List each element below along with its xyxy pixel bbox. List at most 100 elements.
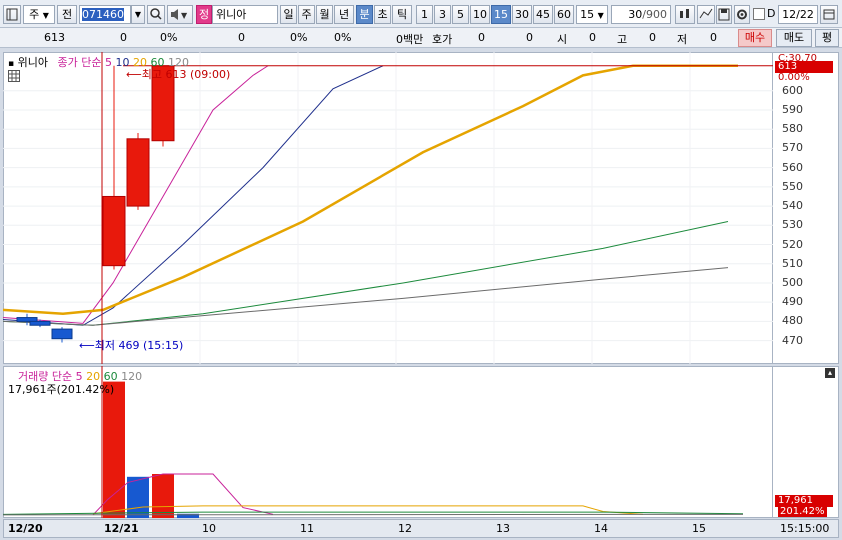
quote-rate: 0% [160,31,178,44]
current-rate: 0.00% [778,72,810,83]
price-tick-label: 470 [782,333,803,347]
price-tick-label: 480 [782,314,803,328]
si-value: 0 [589,31,596,44]
volume-bar [127,476,149,518]
minute-3[interactable]: 3 [434,5,451,24]
quote-bar: 613 0 0% 0 0% 0% 0백만 호가 0 0 시 0 고 0 저 0 … [0,28,842,48]
d-label: D [767,7,776,20]
layout-icon[interactable] [3,5,21,24]
price-tick-label: 560 [782,160,803,174]
date-field[interactable]: 12/22 [778,5,818,24]
minute-60[interactable]: 60 [554,5,574,24]
gear-icon[interactable] [734,5,750,24]
table-icon[interactable] [8,70,20,85]
collapse-icon[interactable]: ▴ [825,368,835,378]
status-badge: 정 [196,5,212,24]
current-time: 15:15:00 [780,522,830,535]
price-tick-label: 540 [782,199,803,213]
minute-select[interactable]: 15 ▼ [576,5,608,24]
count-field[interactable]: 30/900 [611,5,671,24]
candle-body [29,320,51,326]
period-week[interactable]: 주 [298,5,315,24]
price-tick-label: 570 [782,141,803,155]
ma-5: 5 [104,56,112,69]
svg-text:▼: ▼ [181,11,188,20]
chevron-down-icon: ▼ [42,11,49,20]
time-label-12: 12 [398,522,412,535]
period-year[interactable]: 년 [334,5,354,24]
buy-button[interactable]: 매수 [738,29,772,47]
period-month[interactable]: 월 [316,5,333,24]
volume-ma-line [3,513,744,516]
calendar-icon[interactable] [820,5,838,24]
minute-1[interactable]: 1 [416,5,433,24]
sell-button[interactable]: 매도 [776,29,812,47]
candle-type-icon[interactable] [675,5,695,24]
volume-bar [152,474,174,518]
time-label-14: 14 [594,522,608,535]
price-tick-label: 500 [782,275,803,289]
arrow-left-icon: ⟵ [79,339,95,352]
toolbar: 주 ▼ 전 071460 ▼ ▼ 정 위니아 일 주 월 년 분 초 틱 1 3… [0,0,842,28]
go-label: 고 [617,33,628,46]
period-tick[interactable]: 틱 [392,5,412,24]
minute-30[interactable]: 30 [512,5,532,24]
hoga-value: 0 [478,31,485,44]
price-tick-label: 590 [782,102,803,116]
jeon-button[interactable]: 전 [57,5,77,24]
code-value: 071460 [82,8,124,21]
time-label-10: 10 [202,522,216,535]
chart-settings-icon[interactable]: ▪ [8,59,14,69]
price-tick-label: 490 [782,295,803,309]
jeo-value: 0 [710,31,717,44]
price-tick-label: 600 [782,83,803,97]
stock-name-field[interactable]: 위니아 [212,5,278,24]
period-day[interactable]: 일 [280,5,297,24]
jeo-label: 저 [677,33,688,46]
vma-120: 120 [121,370,143,383]
volume-bar [103,381,125,518]
ma-label: 종가 단순 [57,56,102,69]
chevron-down-icon: ▼ [597,11,604,20]
period-second[interactable]: 초 [374,5,391,24]
minute-15[interactable]: 15 [491,5,511,24]
quote-price: 613 [44,31,65,44]
save-icon[interactable] [716,5,732,24]
date-axis: 12/20 12/21 10 11 12 13 14 15 15:15:00 [3,519,839,538]
draw-tool-icon[interactable] [697,5,715,24]
quote-amount: 0백만 [396,33,424,46]
market-select[interactable]: 주 ▼ [23,5,55,24]
hoga-label: 호가 [432,33,453,46]
price-tick-label: 550 [782,179,803,193]
search-icon[interactable] [147,5,165,24]
minute-5[interactable]: 5 [452,5,469,24]
candle-body [16,317,38,322]
price-chart [3,52,773,364]
price-tick-label: 510 [782,256,803,270]
high-note: 최고 613 (09:00) [141,68,231,81]
candle-body [126,138,150,207]
ma-line [3,65,384,326]
time-label-11: 11 [300,522,314,535]
minute-45[interactable]: 45 [533,5,553,24]
time-label-13: 13 [496,522,510,535]
volume-bars [103,381,199,518]
quote-amount-rate: 0% [334,31,352,44]
minute-10[interactable]: 10 [470,5,490,24]
period-minute[interactable]: 분 [356,5,373,24]
d-checkbox[interactable] [753,8,765,20]
candle-body [102,195,126,267]
pyeong-button[interactable]: 평 [815,29,839,47]
code-input[interactable]: 071460 [79,5,131,24]
volume-chart [3,366,744,518]
market-value: 주 [29,8,40,21]
count-total: /900 [642,8,667,21]
time-label-15: 15 [692,522,706,535]
si-label: 시 [557,33,568,46]
minute-select-value: 15 [580,8,595,21]
candles [16,65,175,343]
speaker-icon[interactable]: ▼ [167,5,193,24]
volume-ma-line [92,505,644,515]
price-tick-label: 520 [782,237,803,251]
code-dropdown-chevron-icon[interactable]: ▼ [131,5,145,24]
